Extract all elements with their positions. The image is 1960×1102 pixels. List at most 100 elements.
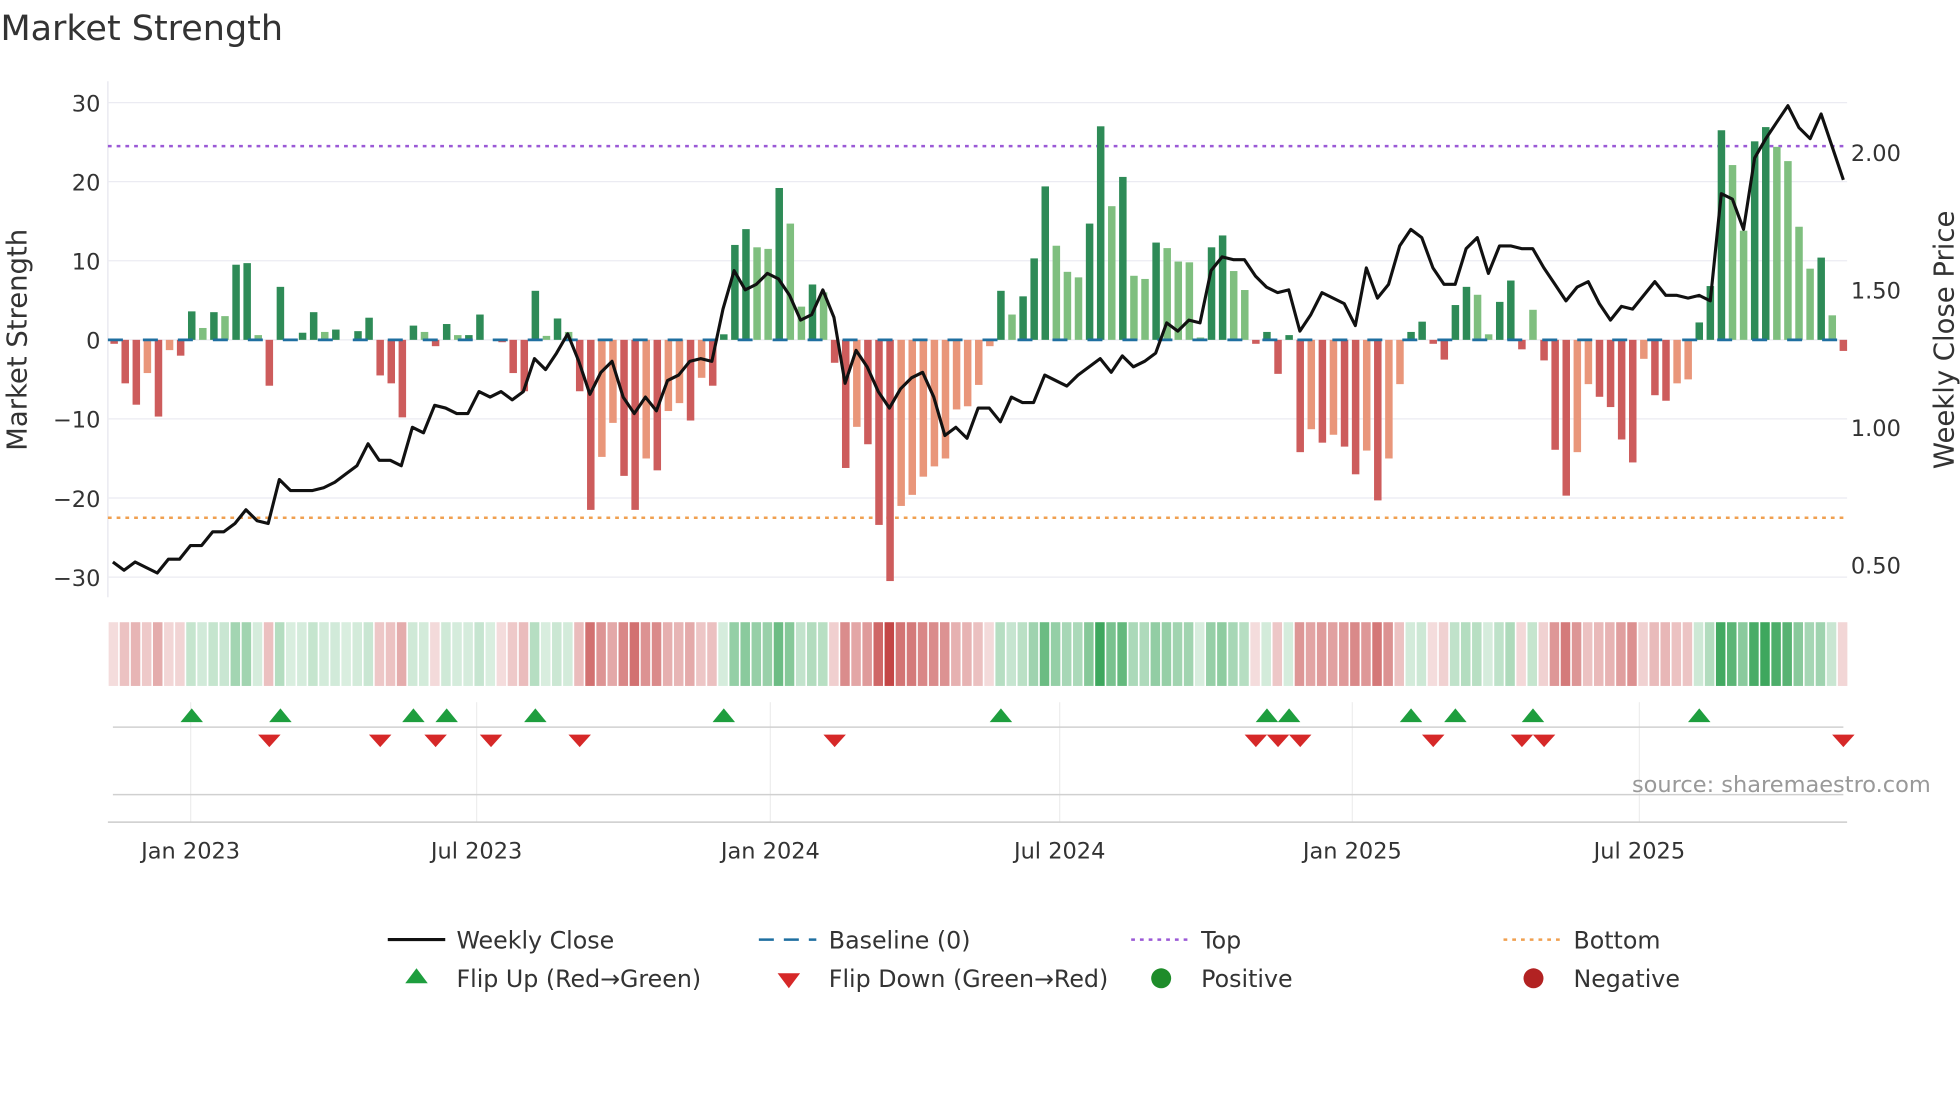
strength-bar: [1429, 339, 1437, 344]
strength-bar: [1640, 339, 1648, 359]
chart-title: Market Strength: [0, 9, 283, 49]
strength-bar: [1241, 290, 1249, 340]
y2-tick-label: 1.00: [1851, 416, 1901, 442]
strip-cell: [518, 622, 529, 686]
strength-bar: [1695, 322, 1704, 340]
source-note: source: sharemaestro.com: [1632, 772, 1931, 798]
flip-up-marker: [1444, 708, 1467, 723]
strength-bar: [975, 339, 983, 385]
strength-bar: [376, 339, 384, 376]
strip-cell: [1549, 622, 1560, 686]
strip-cell: [1327, 622, 1338, 686]
strip-cell: [895, 622, 906, 686]
x-tick-label: Jul 2023: [429, 838, 522, 864]
strip-cell: [363, 622, 374, 686]
flip-down-marker: [424, 734, 447, 748]
strip-cell: [862, 622, 872, 686]
y-tick-label: 30: [72, 91, 101, 117]
strength-bar: [1218, 235, 1227, 340]
strip-cell: [1494, 622, 1504, 686]
y-tick-label: −20: [53, 487, 100, 513]
strip-cell: [829, 622, 839, 686]
legend-negative: Negative: [1573, 965, 1679, 993]
strength-bar: [1806, 268, 1814, 340]
strength-bar: [1617, 339, 1626, 440]
strip-cell: [740, 622, 750, 686]
strip-cell: [286, 622, 296, 686]
strip-cell: [297, 622, 307, 686]
strip-cell: [1272, 622, 1283, 686]
strip-cell: [308, 622, 318, 686]
legend-flip-up: Flip Up (Red→Green): [456, 965, 701, 993]
strength-bar: [1074, 277, 1083, 340]
strip-cell: [241, 622, 252, 686]
x-tick-label: Jan 2024: [719, 838, 820, 864]
strip-cell: [1383, 622, 1393, 686]
strength-bar: [731, 244, 739, 340]
flip-down-marker: [1532, 734, 1556, 748]
negative-dot-icon: [1523, 968, 1544, 989]
strip-cell: [995, 622, 1005, 686]
strength-bar: [1119, 176, 1127, 340]
strength-bar: [963, 339, 972, 407]
strip-cell: [1472, 622, 1482, 686]
flip-up-marker: [989, 708, 1013, 723]
strip-cell: [1815, 622, 1826, 686]
strip-cell: [696, 622, 706, 686]
strip-cell: [507, 622, 518, 686]
x-tick-label: Jan 2025: [1301, 838, 1402, 864]
strip-cell: [1150, 622, 1161, 686]
strength-bar: [1274, 339, 1282, 374]
strength-bar: [631, 339, 639, 510]
strength-bar: [1296, 339, 1304, 453]
strip-cell: [784, 622, 795, 686]
strength-bar: [1651, 339, 1659, 396]
y-tick-label: −10: [53, 408, 100, 434]
flip-down-icon: [777, 973, 801, 989]
strip-cell: [1793, 622, 1804, 686]
y2-tick-label: 2.00: [1851, 141, 1901, 167]
strip-cell: [1582, 622, 1593, 686]
flip-up-marker: [524, 708, 547, 723]
strength-bar: [398, 339, 407, 418]
strip-cell: [1749, 622, 1759, 686]
strength-bar: [332, 329, 340, 340]
strength-bar: [1540, 339, 1548, 361]
strip-cell: [1483, 622, 1493, 686]
strip-cell: [396, 622, 407, 686]
strip-cell: [1460, 622, 1471, 686]
flip-up-marker: [1688, 708, 1711, 723]
strength-bar: [753, 247, 761, 340]
strength-bar: [764, 248, 772, 340]
strength-bar: [908, 339, 916, 495]
strength-bars: [107, 126, 1848, 582]
strip-cell: [984, 622, 994, 686]
strip-cell: [618, 622, 629, 686]
legend-flip-down: Flip Down (Green→Red): [829, 965, 1108, 993]
strength-bar: [265, 339, 274, 386]
y-tick-label: 0: [86, 329, 100, 355]
strip-cell: [1660, 622, 1671, 686]
strip-cell: [939, 622, 950, 686]
strength-bar: [1451, 305, 1460, 340]
strength-bar: [997, 290, 1005, 340]
strip-cell: [197, 622, 207, 686]
strength-bar: [154, 339, 163, 417]
strip-cell: [208, 622, 218, 686]
strip-cell: [1050, 622, 1061, 686]
flip-up-marker: [1277, 708, 1301, 723]
strip-cell: [1372, 622, 1382, 686]
strip-cell: [152, 622, 163, 686]
strip-cell: [928, 622, 939, 686]
strip-cell: [430, 622, 440, 686]
strip-cell: [1294, 622, 1305, 686]
strip-cell: [463, 622, 473, 686]
strip-cell: [873, 622, 883, 686]
strength-bar: [1529, 309, 1537, 340]
strength-bar: [1440, 339, 1449, 360]
strength-bar: [476, 314, 484, 340]
strength-bar: [309, 312, 318, 340]
strip-cell: [1361, 622, 1371, 686]
strip-cell: [806, 622, 817, 686]
strength-bar: [1762, 127, 1770, 340]
